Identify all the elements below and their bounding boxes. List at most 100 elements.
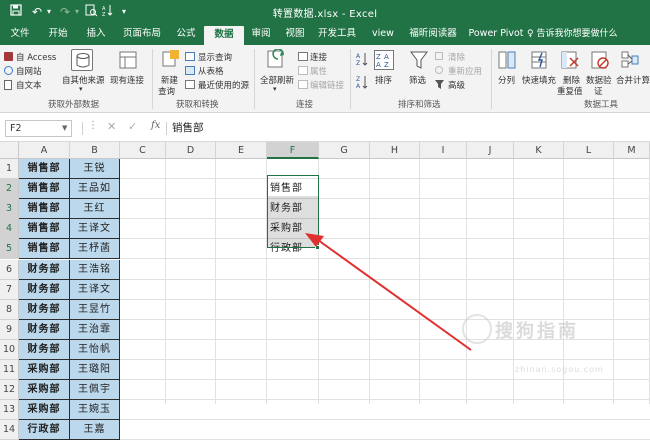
name-box-dropdown-icon[interactable]: ▼ xyxy=(62,120,67,137)
row-header-7[interactable]: 7 xyxy=(0,279,19,300)
cell-a9[interactable]: 财务部 xyxy=(19,319,70,340)
cell-a6[interactable]: 财务部 xyxy=(19,259,70,280)
cell-b5[interactable]: 王杼菡 xyxy=(70,239,120,260)
tab-foxit-reader[interactable]: 福昕阅读器 xyxy=(404,24,462,45)
column-header-k[interactable]: K xyxy=(514,142,564,159)
group-get-and-transform: 获取和转换 xyxy=(176,100,219,110)
flash-fill-icon xyxy=(531,50,549,70)
cell-a11[interactable]: 采购部 xyxy=(19,360,70,380)
row-header-4[interactable]: 4 xyxy=(0,219,19,240)
row-header-12[interactable]: 12 xyxy=(0,380,19,401)
cell-b14[interactable]: 王嘉 xyxy=(70,420,120,440)
reapply-label: 重新应用 xyxy=(448,67,483,77)
column-header-f[interactable]: F xyxy=(267,142,319,159)
cell-a5[interactable]: 销售部 xyxy=(19,239,70,260)
cell-b4[interactable]: 王译文 xyxy=(70,219,120,240)
cell-a12[interactable]: 采购部 xyxy=(19,380,70,401)
row-header-2[interactable]: 2 xyxy=(0,179,19,200)
web-icon xyxy=(4,66,13,75)
text-file-icon xyxy=(4,80,12,90)
formula-input[interactable]: 销售部 xyxy=(172,120,204,136)
enter-icon[interactable]: ✓ xyxy=(128,120,137,133)
ribbon-tabs: 文件 开始 插入 页面布局 公式 数据 审阅 视图 开发工具 view 福昕阅读… xyxy=(0,24,650,45)
database-icon xyxy=(71,49,93,71)
row-header-1[interactable]: 1 xyxy=(0,159,19,179)
tell-me-search[interactable]: ♀ 告诉我你想要做什么 xyxy=(527,24,617,45)
tab-view[interactable]: 视图 xyxy=(280,24,310,45)
select-all-corner[interactable] xyxy=(0,142,19,159)
cancel-icon[interactable]: ✕ xyxy=(107,120,116,133)
cell-b10[interactable]: 王怡帆 xyxy=(70,339,120,360)
cell-b8[interactable]: 王昱竹 xyxy=(70,299,120,320)
column-header-g[interactable]: G xyxy=(319,142,370,159)
tab-developer[interactable]: 开发工具 xyxy=(312,24,362,45)
column-header-c[interactable]: C xyxy=(120,142,166,159)
column-gridline xyxy=(613,159,614,404)
tab-formulas[interactable]: 公式 xyxy=(170,24,202,45)
table-icon xyxy=(185,66,195,75)
cell-b7[interactable]: 王译文 xyxy=(70,279,120,300)
column-header-h[interactable]: H xyxy=(370,142,420,159)
cell-b11[interactable]: 王璐阳 xyxy=(70,360,120,380)
svg-text:Z: Z xyxy=(376,53,381,61)
column-header-l[interactable]: L xyxy=(564,142,614,159)
cell-a8[interactable]: 财务部 xyxy=(19,299,70,320)
row-header-14[interactable]: 14 xyxy=(0,420,19,440)
group-connections: 连接 xyxy=(296,100,314,110)
ribbon-panel: 自 Access 自网站 自文本 自其他来源 ▾ 现有连接 获取外部数据 新建 … xyxy=(0,45,650,113)
row-header-13[interactable]: 13 xyxy=(0,400,19,421)
column-header-m[interactable]: M xyxy=(614,142,650,159)
cell-b1[interactable]: 王锐 xyxy=(70,159,120,179)
filter-label: 筛选 xyxy=(409,76,427,86)
row-header-6[interactable]: 6 xyxy=(0,259,19,280)
cell-b13[interactable]: 王婉玉 xyxy=(70,400,120,421)
sort-ascending-icon: AZ xyxy=(356,52,368,67)
group-separator xyxy=(491,49,492,109)
tab-data[interactable]: 数据 xyxy=(204,26,244,45)
chevron-down-icon: ▾ xyxy=(79,85,83,93)
column-header-b[interactable]: B xyxy=(70,142,120,159)
cell-b6[interactable]: 王浩铭 xyxy=(70,259,120,280)
cell-a10[interactable]: 财务部 xyxy=(19,339,70,360)
row-header-5[interactable]: 5 xyxy=(0,239,19,260)
cell-a7[interactable]: 财务部 xyxy=(19,279,70,300)
tab-home[interactable]: 开始 xyxy=(42,24,74,45)
tab-view-addin[interactable]: view xyxy=(368,24,398,45)
column-header-j[interactable]: J xyxy=(467,142,514,159)
edit-links-label: 编辑链接 xyxy=(310,81,345,91)
tab-file[interactable]: 文件 xyxy=(4,24,36,45)
column-header-i[interactable]: I xyxy=(420,142,467,159)
show-queries-label: 显示查询 xyxy=(198,53,233,63)
cell-b12[interactable]: 王佩宇 xyxy=(70,380,120,401)
cell-a1[interactable]: 销售部 xyxy=(19,159,70,179)
insert-function-icon[interactable]: fx xyxy=(151,120,160,131)
drag-handle-icon[interactable]: ⋮ xyxy=(88,120,98,131)
svg-text:A: A xyxy=(356,53,361,60)
row-header-3[interactable]: 3 xyxy=(0,199,19,220)
chevron-down-icon: ▾ xyxy=(273,85,277,93)
column-gridline xyxy=(165,159,166,404)
remove-duplicates-icon xyxy=(561,50,579,70)
cell-b9[interactable]: 王治霏 xyxy=(70,319,120,340)
fill-handle[interactable] xyxy=(315,245,320,250)
cell-a2[interactable]: 销售部 xyxy=(19,179,70,200)
column-header-d[interactable]: D xyxy=(166,142,216,159)
reapply-icon xyxy=(435,66,443,74)
row-header-10[interactable]: 10 xyxy=(0,339,19,360)
tab-insert[interactable]: 插入 xyxy=(80,24,112,45)
row-header-8[interactable]: 8 xyxy=(0,299,19,320)
tab-review[interactable]: 审阅 xyxy=(246,24,276,45)
tab-page-layout[interactable]: 页面布局 xyxy=(118,24,166,45)
cell-a4[interactable]: 销售部 xyxy=(19,219,70,240)
tab-power-pivot[interactable]: Power Pivot xyxy=(466,24,526,45)
cell-a13[interactable]: 采购部 xyxy=(19,400,70,421)
row-header-11[interactable]: 11 xyxy=(0,360,19,380)
cell-b2[interactable]: 王品如 xyxy=(70,179,120,200)
row-header-9[interactable]: 9 xyxy=(0,319,19,340)
cell-a3[interactable]: 销售部 xyxy=(19,199,70,220)
column-header-a[interactable]: A xyxy=(19,142,70,159)
cell-a14[interactable]: 行政部 xyxy=(19,420,70,440)
cell-b3[interactable]: 王红 xyxy=(70,199,120,220)
new-query-label-2: 查询 xyxy=(158,87,176,97)
column-header-e[interactable]: E xyxy=(216,142,267,159)
